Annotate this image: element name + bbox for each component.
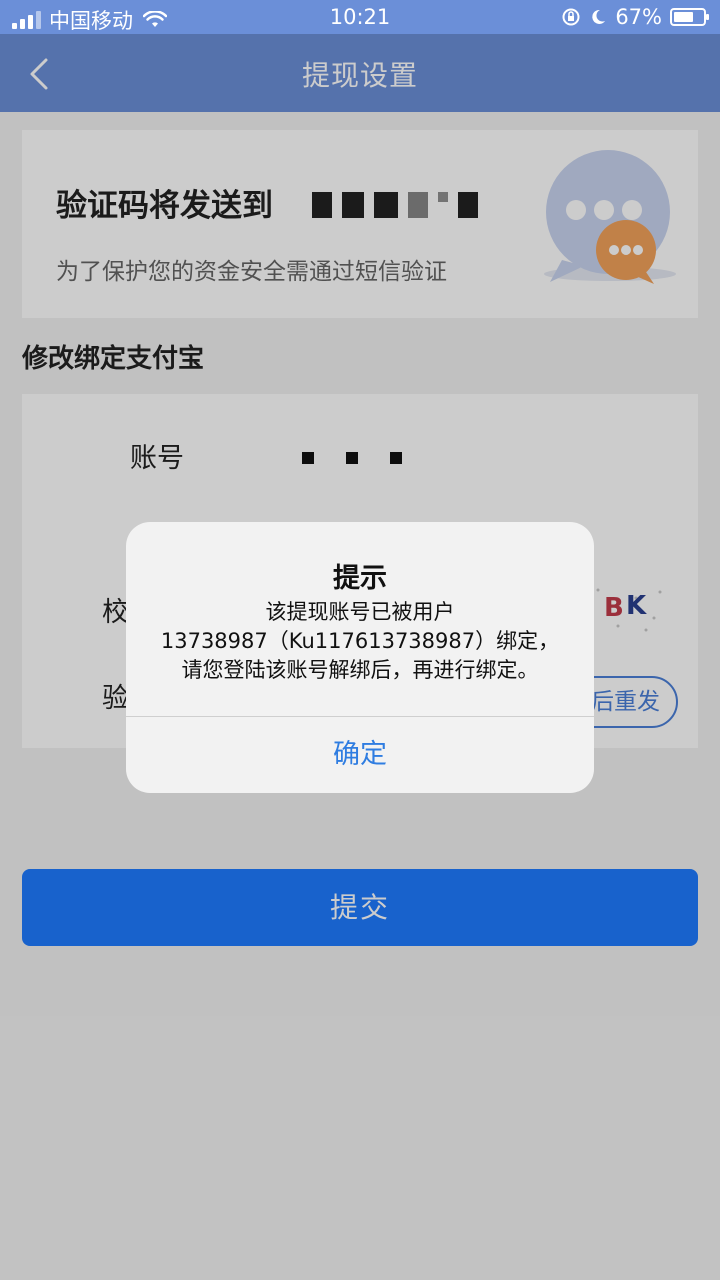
status-right: 67% bbox=[561, 5, 709, 29]
confirm-button[interactable]: 确定 bbox=[126, 717, 594, 793]
rotation-lock-icon bbox=[562, 8, 580, 26]
battery-percent: 67% bbox=[615, 5, 662, 29]
moon-icon bbox=[592, 9, 606, 24]
alert-dialog: 提示 该提现账号已被用户 13738987（Ku117613738987）绑定，… bbox=[126, 522, 594, 793]
alert-message: 该提现账号已被用户 13738987（Ku117613738987）绑定， 请您… bbox=[140, 598, 580, 685]
battery-icon bbox=[670, 8, 709, 26]
alert-message-line-1: 该提现账号已被用户 bbox=[265, 600, 455, 624]
alert-message-line-3: 请您登陆该账号解绑后，再进行绑定。 bbox=[181, 658, 539, 682]
status-bar: 中国移动 10:21 67% bbox=[0, 0, 720, 34]
alert-message-line-2: 13738987（Ku117613738987）绑定， bbox=[160, 629, 560, 653]
alert-title: 提示 bbox=[333, 563, 387, 594]
